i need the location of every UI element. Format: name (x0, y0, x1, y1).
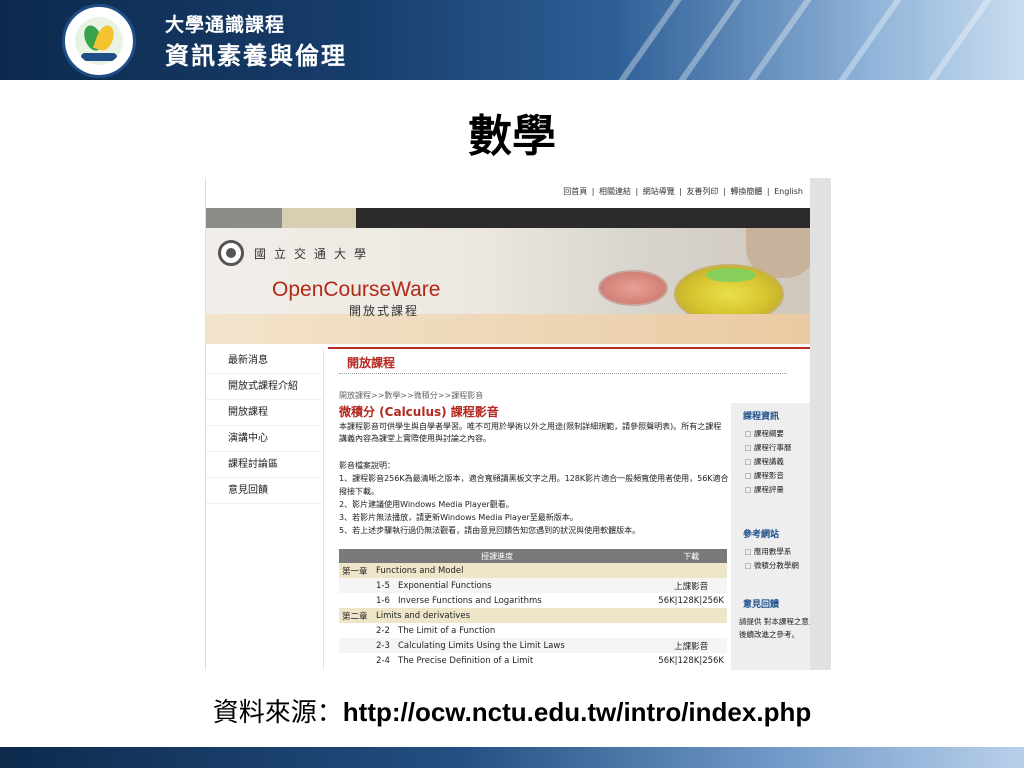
download-label: 上課影音 (655, 638, 727, 653)
course-title: 微積分 (Calculus) 課程影音 (339, 405, 499, 419)
lesson-title: Inverse Functions and Logarithms (395, 593, 656, 608)
media-notes: 影音檔案說明： 1、課程影音256K為最清晰之版本，適合寬頻讀黑板文字之用。12… (339, 459, 729, 537)
university-name: 國立交通大學 (254, 247, 375, 261)
source-line: 資料來源：http://ocw.nctu.edu.tw/intro/index.… (0, 692, 1024, 729)
top-link-related[interactable]: 相關連結 (599, 187, 631, 196)
lesson-table: 授課進度 下載 第一章 Functions and Model 1-5 Expo… (339, 549, 727, 668)
ocw-logo[interactable]: OpenCourseWare (272, 278, 440, 302)
ocw-page-screenshot: 回首頁 | 相關連結 | 網站導覽 | 友善列印 | 轉換簡體 | Englis… (205, 178, 831, 670)
nav-item-ocw-intro[interactable]: 開放式課程介紹 (206, 374, 322, 400)
course-info-item[interactable]: 課程綱要 (745, 427, 791, 441)
banner-title-line2: 資訊素養與倫理 (165, 42, 347, 70)
lesson-number: 1-5 (373, 578, 395, 593)
table-header-download: 下載 (655, 549, 727, 563)
lesson-number: 2-3 (373, 638, 395, 653)
chapter-row: 第二章 Limits and derivatives (339, 608, 727, 623)
course-description: 本課程影音可供學生與自學者學習。唯不可用於學術以外之用途(限制詳細規範，請參照聲… (339, 422, 722, 443)
dotted-divider (339, 373, 787, 374)
color-strip (206, 208, 811, 228)
course-info-item[interactable]: 課程影音 (745, 469, 791, 483)
course-info-item[interactable]: 課程評量 (745, 483, 791, 497)
reference-site-link[interactable]: 微積分教學網 (745, 559, 799, 573)
course-info-list: 課程綱要 課程行事曆 課程講義 課程影音 課程評量 (745, 427, 792, 497)
left-nav: 最新消息 開放式課程介紹 開放課程 演講中心 課程討論區 意見回饋 (206, 348, 322, 504)
reference-site-link[interactable]: 應用數學系 (745, 545, 799, 559)
scrollbar[interactable] (810, 178, 831, 670)
ocw-hero-banner: 國立交通大學 OpenCourseWare 開放式課程 (206, 228, 811, 344)
table-row: 2-2 The Limit of a Function (339, 623, 727, 638)
nav-item-forum[interactable]: 課程討論區 (206, 452, 322, 478)
table-row: 1-6 Inverse Functions and Logarithms 56K… (339, 593, 727, 608)
breadcrumb[interactable]: 開放課程>>數學>>微積分>>課程影音 (339, 390, 483, 401)
top-link-english[interactable]: English (774, 187, 803, 196)
ministry-of-education-logo (62, 4, 136, 78)
nav-divider (323, 348, 324, 670)
university-seal-icon (218, 240, 244, 266)
banner-decoration (820, 0, 906, 80)
section-rule (328, 347, 811, 349)
banner-title-line1: 大學通識課程 (165, 14, 286, 36)
hero-petri-dish (598, 270, 668, 306)
table-header-progress: 授課進度 (339, 549, 656, 563)
top-link-print[interactable]: 友善列印 (687, 187, 719, 196)
lesson-number: 2-2 (373, 623, 395, 638)
source-url[interactable]: http://ocw.nctu.edu.tw/intro/index.php (343, 697, 811, 727)
slide-title: 數學 (468, 111, 556, 162)
chapter-number: 第一章 (339, 563, 373, 578)
hero-band (206, 314, 811, 344)
top-links: 回首頁 | 相關連結 | 網站導覽 | 友善列印 | 轉換簡體 | Englis… (563, 187, 803, 196)
download-links[interactable]: 56K|128K|256K (655, 653, 727, 668)
top-link-sitemap[interactable]: 網站導覽 (643, 187, 675, 196)
banner-decoration (600, 0, 686, 80)
download-links[interactable]: 56K|128K|256K (655, 593, 727, 608)
chapter-title: Limits and derivatives (373, 608, 727, 623)
nav-item-news[interactable]: 最新消息 (206, 348, 322, 374)
table-row: 2-4 The Precise Definition of a Limit 56… (339, 653, 727, 668)
lesson-number: 2-4 (373, 653, 395, 668)
nav-item-feedback[interactable]: 意見回饋 (206, 478, 322, 504)
table-row: 2-3 Calculating Limits Using the Limit L… (339, 638, 727, 653)
note-item: 5、若上述步驟執行過仍無法觀看，請由意見回饋告知您遇到的狀況與使用軟體版本。 (339, 526, 641, 535)
lesson-title: Exponential Functions (395, 578, 656, 593)
banner-decoration (910, 0, 996, 80)
hero-petri-dish (706, 268, 756, 282)
lesson-number: 1-6 (373, 593, 395, 608)
reference-sites-heading: 參考網站 (743, 530, 780, 540)
nav-item-lectures[interactable]: 演講中心 (206, 426, 322, 452)
course-info-item[interactable]: 課程行事曆 (745, 441, 792, 455)
course-info-heading: 課程資訊 (743, 412, 780, 422)
ocw-logo-subtitle: 開放式課程 (349, 304, 420, 318)
slide-footer-banner (0, 747, 1024, 768)
top-link-simplified[interactable]: 轉換簡體 (730, 187, 762, 196)
table-row: 1-5 Exponential Functions 上課影音 (339, 578, 727, 593)
chapter-title: Functions and Model (373, 563, 727, 578)
lesson-title: Calculating Limits Using the Limit Laws (395, 638, 656, 653)
chapter-row: 第一章 Functions and Model (339, 563, 727, 578)
notes-heading: 影音檔案說明： (339, 461, 395, 470)
source-label: 資料來源： (212, 698, 343, 728)
top-link-home[interactable]: 回首頁 (563, 187, 587, 196)
right-sidebar: 課程資訊 課程綱要 課程行事曆 課程講義 課程影音 課程評量 參考網站 應用數學… (731, 403, 831, 670)
note-item: 3、若影片無法播放，請更新Windows Media Player至最新版本。 (339, 513, 578, 522)
nav-item-courses[interactable]: 開放課程 (206, 400, 322, 426)
lesson-title: The Precise Definition of a Limit (395, 653, 656, 668)
lesson-title: The Limit of a Function (395, 623, 656, 638)
section-title: 開放課程 (347, 356, 396, 370)
note-item: 2、影片建議使用Windows Media Player觀看。 (339, 500, 514, 509)
chapter-number: 第二章 (339, 608, 373, 623)
note-item: 1、課程影音256K為最清晰之版本，適合寬頻讀黑板文字之用。128K影片適合一般… (339, 474, 729, 496)
download-label: 上課影音 (655, 578, 727, 593)
feedback-heading: 意見回饋 (743, 600, 780, 610)
course-info-item[interactable]: 課程講義 (745, 455, 791, 469)
reference-sites-list: 應用數學系 微積分教學網 (745, 545, 799, 573)
slide-header-banner: 大學通識課程 資訊素養與倫理 (0, 0, 1024, 80)
banner-decoration (730, 0, 816, 80)
